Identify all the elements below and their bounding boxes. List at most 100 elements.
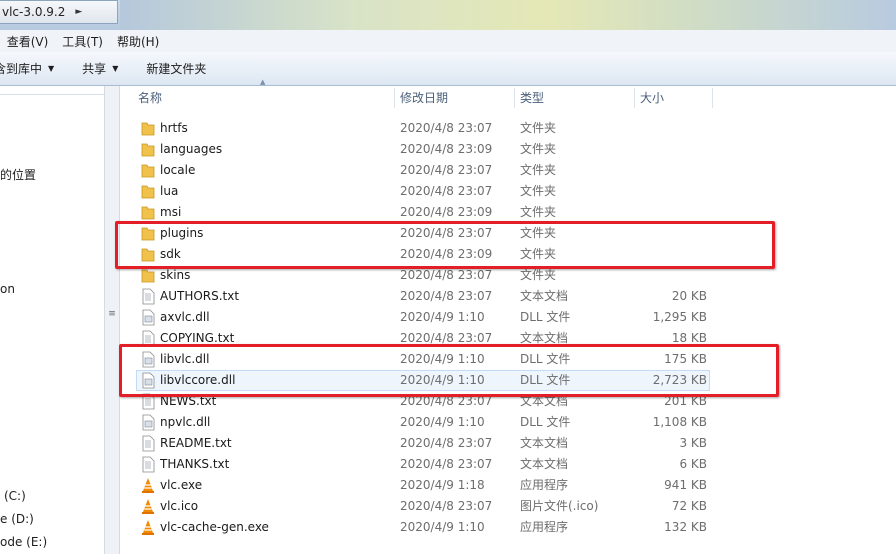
file-name: vlc.ico — [160, 499, 199, 513]
file-date: 2020/4/8 23:07 — [400, 436, 493, 450]
file-list: hrtfs 2020/4/8 23:07 文件夹 languages 2020/… — [120, 118, 896, 554]
nav-item-partial[interactable]: on — [0, 282, 15, 296]
nav-item-drive-e[interactable]: ode (E:) — [0, 535, 47, 549]
menu-bar: ) 查看(V) 工具(T) 帮助(H) — [0, 30, 896, 52]
column-divider[interactable] — [394, 88, 395, 108]
file-name: msi — [160, 205, 182, 219]
file-name: lua — [160, 184, 179, 198]
vlc-cone-icon — [140, 477, 156, 494]
highlight-box-libvlc — [119, 344, 779, 397]
folder-icon — [140, 141, 156, 158]
dropdown-arrow-icon: ▼ — [112, 64, 119, 73]
file-name: npvlc.dll — [160, 415, 211, 429]
file-type: 图片文件(.ico) — [520, 499, 599, 513]
file-date: 2020/4/8 23:09 — [400, 205, 493, 219]
pane-splitter[interactable]: ≡ — [104, 86, 120, 554]
file-type: 文件夹 — [520, 121, 557, 135]
breadcrumb-chevron-icon[interactable]: ► — [75, 7, 82, 17]
dll-file-icon — [140, 309, 156, 326]
file-name: axvlc.dll — [160, 310, 210, 324]
new-folder-button[interactable]: 新建文件夹 — [146, 60, 206, 77]
text-file-icon — [140, 456, 156, 473]
new-folder-label: 新建文件夹 — [146, 62, 207, 76]
file-size — [635, 202, 707, 223]
column-type[interactable]: 类型 — [520, 86, 544, 110]
folder-icon — [140, 162, 156, 179]
file-name: languages — [160, 142, 223, 156]
file-date: 2020/4/9 1:10 — [400, 520, 485, 534]
menu-tools[interactable]: 工具(T) — [62, 33, 103, 50]
column-name[interactable]: 名称 — [138, 86, 162, 110]
address-bar[interactable]: vlc-3.0.9.2 ► — [0, 0, 118, 24]
file-date: 2020/4/9 1:18 — [400, 478, 485, 492]
file-size: 132 KB — [664, 520, 707, 534]
share-label: 共享 — [82, 62, 107, 76]
file-name: AUTHORS.txt — [160, 289, 240, 303]
file-name: vlc-cache-gen.exe — [160, 520, 269, 534]
file-name: vlc.exe — [160, 478, 203, 492]
column-header: ▲ 名称 修改日期 类型 大小 — [120, 78, 896, 112]
file-row[interactable]: README.txt 2020/4/8 23:07 文本文档 3 KB — [120, 433, 896, 454]
highlight-box-plugins-sdk — [115, 221, 775, 269]
navigation-pane: 的位置 on (C:) e (D:) ode (E:) — [0, 86, 104, 554]
folder-icon — [140, 120, 156, 137]
text-file-icon — [140, 288, 156, 305]
menu-help[interactable]: 帮助(H) — [117, 33, 159, 50]
nav-divider — [0, 94, 104, 95]
address-path: vlc-3.0.9.2 — [2, 5, 66, 19]
column-divider[interactable] — [712, 88, 713, 108]
file-row[interactable]: vlc.exe 2020/4/9 1:18 应用程序 941 KB — [120, 475, 896, 496]
column-divider[interactable] — [514, 88, 515, 108]
splitter-grip-icon[interactable]: ≡ — [107, 310, 117, 319]
file-row[interactable]: axvlc.dll 2020/4/9 1:10 DLL 文件 1,295 KB — [120, 307, 896, 328]
vlc-cone-icon — [140, 498, 156, 515]
dropdown-arrow-icon: ▼ — [48, 64, 55, 73]
file-row[interactable]: vlc.ico 2020/4/8 23:07 图片文件(.ico) 72 KB — [120, 496, 896, 517]
file-row[interactable]: hrtfs 2020/4/8 23:07 文件夹 — [120, 118, 896, 139]
nav-item-drive-d[interactable]: e (D:) — [0, 512, 34, 526]
file-row[interactable]: AUTHORS.txt 2020/4/8 23:07 文本文档 20 KB — [120, 286, 896, 307]
file-name: locale — [160, 163, 196, 177]
nav-item-drive-c[interactable]: (C:) — [4, 489, 26, 503]
file-size: 20 KB — [671, 289, 707, 303]
file-row[interactable]: lua 2020/4/8 23:07 文件夹 — [120, 181, 896, 202]
file-type: 应用程序 — [520, 520, 569, 534]
file-type: 文件夹 — [520, 205, 557, 219]
sort-ascending-icon: ▲ — [260, 78, 266, 86]
text-file-icon — [140, 435, 156, 452]
file-type: 文本文档 — [520, 436, 569, 450]
include-in-library-button[interactable]: 含到库中 ▼ — [0, 60, 54, 77]
vlc-cone-icon — [140, 519, 156, 536]
file-date: 2020/4/8 23:07 — [400, 163, 493, 177]
file-row[interactable]: vlc-cache-gen.exe 2020/4/9 1:10 应用程序 132… — [120, 517, 896, 538]
file-date: 2020/4/8 23:07 — [400, 289, 493, 303]
include-in-library-label: 含到库中 — [0, 62, 43, 76]
menu-view[interactable]: 查看(V) — [7, 33, 49, 50]
share-button[interactable]: 共享 ▼ — [82, 60, 118, 77]
file-date: 2020/4/8 23:09 — [400, 142, 493, 156]
file-name: hrtfs — [160, 121, 188, 135]
file-size — [635, 118, 707, 139]
folder-icon — [140, 204, 156, 221]
file-type: 应用程序 — [520, 478, 569, 492]
column-date[interactable]: 修改日期 — [400, 86, 448, 110]
dll-file-icon — [140, 414, 156, 431]
file-type: 文本文档 — [520, 457, 569, 471]
file-row[interactable]: npvlc.dll 2020/4/9 1:10 DLL 文件 1,108 KB — [120, 412, 896, 433]
column-size[interactable]: 大小 — [640, 86, 664, 110]
file-size: 941 KB — [664, 478, 707, 492]
file-row[interactable]: languages 2020/4/8 23:09 文件夹 — [120, 139, 896, 160]
column-divider[interactable] — [634, 88, 635, 108]
search-area-blurred — [120, 0, 896, 30]
file-size: 1,295 KB — [652, 310, 707, 324]
file-row[interactable]: msi 2020/4/8 23:09 文件夹 — [120, 202, 896, 223]
file-date: 2020/4/8 23:07 — [400, 121, 493, 135]
file-row[interactable]: locale 2020/4/8 23:07 文件夹 — [120, 160, 896, 181]
file-size — [635, 160, 707, 181]
file-size: 72 KB — [671, 499, 707, 513]
address-bar-area: vlc-3.0.9.2 ► — [0, 0, 896, 30]
file-size: 3 KB — [679, 436, 707, 450]
nav-item-recent-places[interactable]: 的位置 — [0, 166, 36, 183]
file-row[interactable]: THANKS.txt 2020/4/8 23:07 文本文档 6 KB — [120, 454, 896, 475]
folder-icon — [140, 267, 156, 284]
